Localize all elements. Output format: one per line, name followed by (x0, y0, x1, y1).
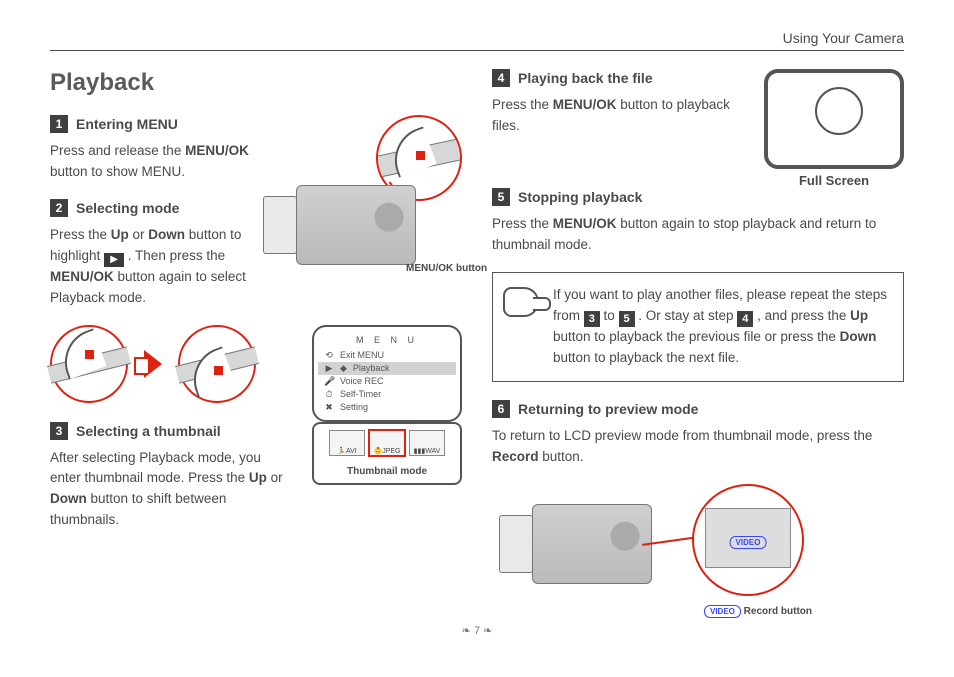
highlight-dot (85, 350, 94, 359)
note-box: If you want to play another files, pleas… (492, 272, 904, 382)
thumbnail-jpeg-selected: 👶JPEG (369, 430, 405, 456)
record-button-callout-circle: VIDEO (692, 484, 804, 596)
page-title: Playback (50, 69, 462, 97)
press-down-circle (178, 325, 256, 403)
step-num-3: 3 (50, 422, 68, 440)
right-column: 4 Playing back the file Press the MENU/O… (492, 69, 904, 614)
menu-item-voicerec: 🎤Voice REC (318, 375, 456, 388)
step-4-heading: 4 Playing back the file (492, 69, 750, 87)
up-down-illustration (50, 325, 298, 403)
fullscreen-playback-illustration (764, 69, 904, 169)
playback-icon: ▶ (104, 253, 124, 267)
step-2-title: Selecting mode (76, 200, 179, 216)
step-num-1: 1 (50, 115, 68, 133)
step-2-text: Press the Up or Down button to highlight… (50, 225, 264, 309)
step-3-text: After selecting Playback mode, you enter… (50, 448, 294, 532)
camera-with-menuok-callout: MENU/OK button (272, 115, 462, 275)
menu-screen: M E N U ⟲Exit MENU ▶◆ Playback 🎤Voice RE… (312, 325, 462, 422)
menu-item-playback: ▶◆ Playback (318, 362, 456, 375)
inline-step-4: 4 (737, 311, 753, 327)
arrow-right-icon (144, 350, 162, 378)
highlight-dot (416, 151, 425, 160)
step-5-text: Press the MENU/OK button again to stop p… (492, 214, 904, 256)
header: Using Your Camera (50, 30, 904, 51)
menu-item-setting: ✖Setting (318, 401, 456, 414)
left-column: Playback 1 Entering MENU Press and relea… (50, 69, 462, 614)
record-button-label: VIDEO Record button (704, 605, 812, 618)
step-2-heading: 2 Selecting mode (50, 199, 264, 217)
camera-illustration (296, 185, 416, 265)
step-num-4: 4 (492, 69, 510, 87)
menu-title: M E N U (318, 335, 456, 345)
step-4-text: Press the MENU/OK button to playback fil… (492, 95, 750, 137)
menu-item-exit: ⟲Exit MENU (318, 349, 456, 362)
section-name: Using Your Camera (50, 30, 904, 46)
thumbnail-mode-label: Thumbnail mode (347, 466, 427, 477)
press-up-circle (50, 325, 128, 403)
step-6-text: To return to LCD preview mode from thumb… (492, 426, 904, 468)
step-num-5: 5 (492, 188, 510, 206)
inline-step-3: 3 (584, 311, 600, 327)
camera-illustration (532, 504, 652, 584)
thumbnail-screen: 🏃AVI 👶JPEG ▮▮▮WAV Thumbnail mode (312, 422, 462, 485)
page-number: ❧ 7 ❧ (50, 624, 904, 637)
step-4-title: Playing back the file (518, 70, 653, 86)
step-6-heading: 6 Returning to preview mode (492, 400, 904, 418)
step-1-text: Press and release the MENU/OK button to … (50, 141, 264, 183)
inline-step-5: 5 (619, 311, 635, 327)
pointing-hand-icon (503, 287, 539, 317)
baby-icon (789, 79, 879, 159)
video-button-label: VIDEO (730, 536, 767, 549)
thumbnail-wav: ▮▮▮WAV (409, 430, 445, 456)
full-screen-label: Full Screen (764, 173, 904, 188)
step-5-title: Stopping playback (518, 189, 642, 205)
step-1-title: Entering MENU (76, 116, 178, 132)
thumbnail-avi: 🏃AVI (329, 430, 365, 456)
step-num-2: 2 (50, 199, 68, 217)
step-6-title: Returning to preview mode (518, 401, 698, 417)
video-pill-icon: VIDEO (704, 605, 741, 618)
step-3-heading: 3 Selecting a thumbnail (50, 422, 294, 440)
step-1-heading: 1 Entering MENU (50, 115, 264, 133)
menu-item-selftimer: ⏱Self-Timer (318, 388, 456, 401)
camera-with-record-callout: VIDEO VIDEO Record button (492, 484, 812, 614)
highlight-dot (214, 366, 223, 375)
step-5-heading: 5 Stopping playback (492, 188, 904, 206)
step-num-6: 6 (492, 400, 510, 418)
step-3-title: Selecting a thumbnail (76, 423, 221, 439)
